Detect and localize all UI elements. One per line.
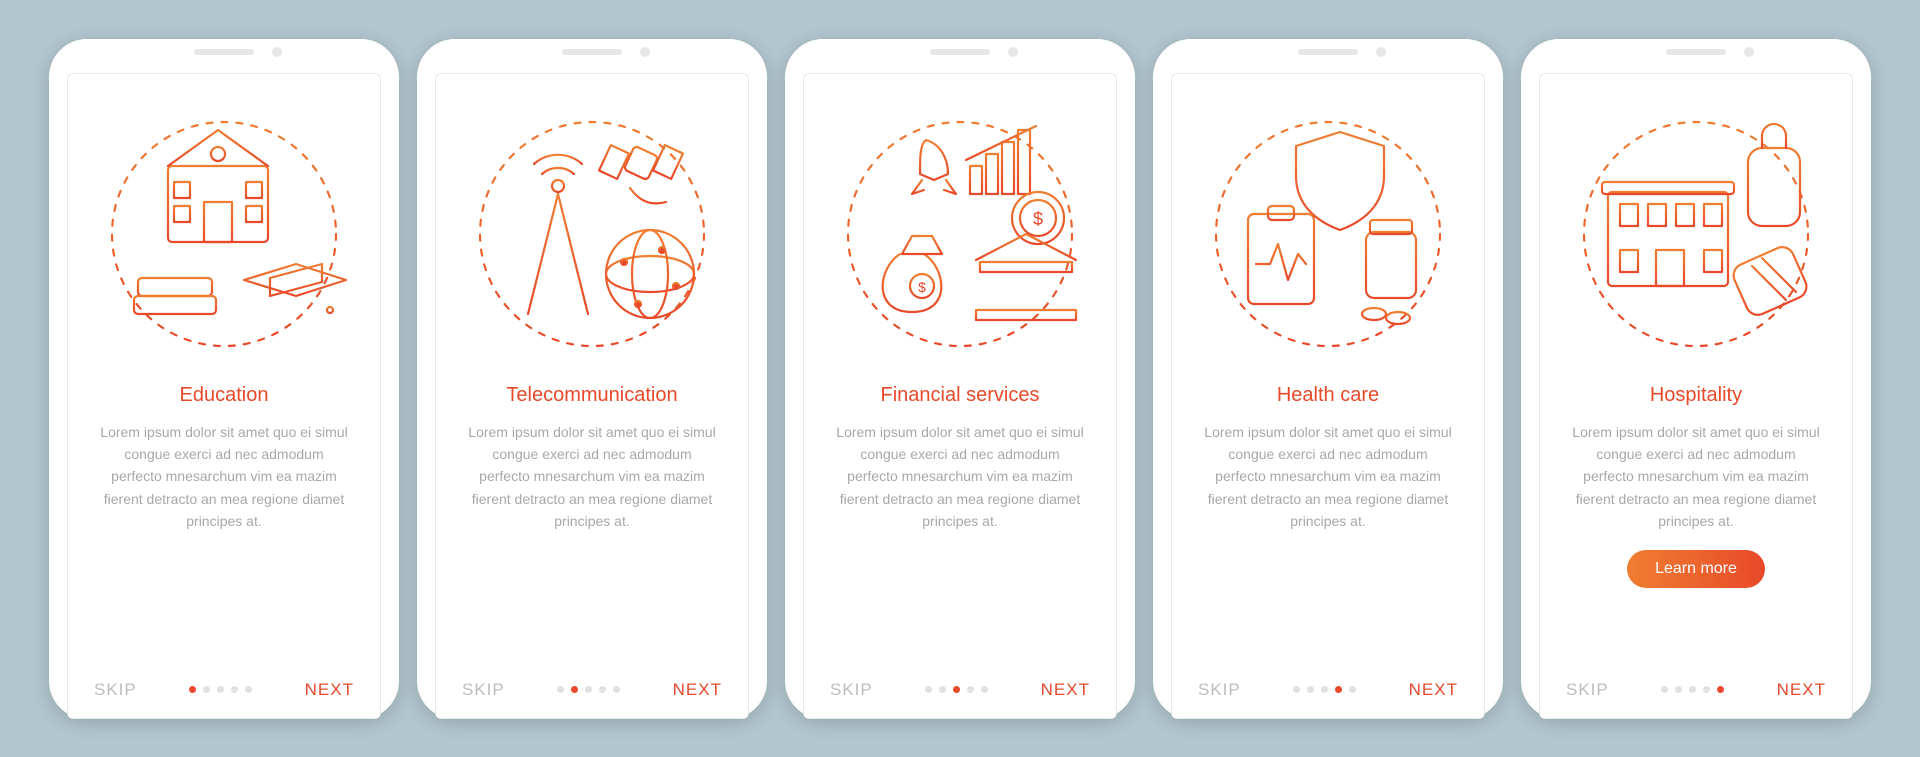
slide-description: Lorem ipsum dolor sit amet quo ei simul … — [1566, 421, 1826, 533]
nav-bar: SKIP NEXT — [462, 666, 722, 700]
slide-description: Lorem ipsum dolor sit amet quo ei simul … — [1198, 421, 1458, 533]
dot[interactable] — [1703, 686, 1710, 693]
dot[interactable] — [967, 686, 974, 693]
pagination-dots — [1661, 686, 1724, 693]
skip-button[interactable]: SKIP — [462, 680, 505, 700]
dot[interactable] — [231, 686, 238, 693]
dot[interactable] — [939, 686, 946, 693]
slide-title: Health care — [1198, 384, 1458, 407]
dot[interactable] — [1661, 686, 1668, 693]
dot[interactable] — [1321, 686, 1328, 693]
svg-text:$: $ — [918, 279, 926, 295]
phone-frame: $ $ Financia — [785, 39, 1135, 719]
dot[interactable] — [1717, 686, 1724, 693]
onboarding-screen: Hospitality Lorem ipsum dolor sit amet q… — [1539, 73, 1853, 719]
dot[interactable] — [245, 686, 252, 693]
slide-description: Lorem ipsum dolor sit amet quo ei simul … — [830, 421, 1090, 533]
skip-button[interactable]: SKIP — [1198, 680, 1241, 700]
dot[interactable] — [599, 686, 606, 693]
phone-frame: Health care Lorem ipsum dolor sit amet q… — [1153, 39, 1503, 719]
skip-button[interactable]: SKIP — [1566, 680, 1609, 700]
skip-button[interactable]: SKIP — [94, 680, 137, 700]
pagination-dots — [1293, 686, 1356, 693]
dot[interactable] — [1689, 686, 1696, 693]
onboarding-screen: Education Lorem ipsum dolor sit amet quo… — [67, 73, 381, 719]
slide-title: Telecommunication — [462, 384, 722, 407]
slide-title: Education — [94, 384, 354, 407]
next-button[interactable]: NEXT — [1041, 680, 1090, 700]
nav-bar: SKIP NEXT — [94, 666, 354, 700]
pagination-dots — [925, 686, 988, 693]
dot[interactable] — [1675, 686, 1682, 693]
hospitality-illustration — [1566, 94, 1826, 374]
next-button[interactable]: NEXT — [305, 680, 354, 700]
dot[interactable] — [557, 686, 564, 693]
dot[interactable] — [217, 686, 224, 693]
financial-services-illustration: $ $ — [830, 94, 1090, 374]
phone-frame: Telecommunication Lorem ipsum dolor sit … — [417, 39, 767, 719]
next-button[interactable]: NEXT — [1777, 680, 1826, 700]
next-button[interactable]: NEXT — [1409, 680, 1458, 700]
slide-title: Hospitality — [1566, 384, 1826, 407]
learn-more-button[interactable]: Learn more — [1627, 550, 1765, 588]
dot[interactable] — [1293, 686, 1300, 693]
dot[interactable] — [981, 686, 988, 693]
dot[interactable] — [189, 686, 196, 693]
phone-frame: Education Lorem ipsum dolor sit amet quo… — [49, 39, 399, 719]
slide-description: Lorem ipsum dolor sit amet quo ei simul … — [94, 421, 354, 533]
next-button[interactable]: NEXT — [673, 680, 722, 700]
education-illustration — [94, 94, 354, 374]
telecommunication-illustration — [462, 94, 722, 374]
svg-text:$: $ — [1033, 209, 1043, 229]
dot[interactable] — [1349, 686, 1356, 693]
dot[interactable] — [953, 686, 960, 693]
dot[interactable] — [925, 686, 932, 693]
onboarding-screen: Telecommunication Lorem ipsum dolor sit … — [435, 73, 749, 719]
dot[interactable] — [585, 686, 592, 693]
skip-button[interactable]: SKIP — [830, 680, 873, 700]
slide-title: Financial services — [830, 384, 1090, 407]
onboarding-screen: Health care Lorem ipsum dolor sit amet q… — [1171, 73, 1485, 719]
dot[interactable] — [571, 686, 578, 693]
dot[interactable] — [203, 686, 210, 693]
nav-bar: SKIP NEXT — [1566, 666, 1826, 700]
dot[interactable] — [1335, 686, 1342, 693]
slide-description: Lorem ipsum dolor sit amet quo ei simul … — [462, 421, 722, 533]
pagination-dots — [557, 686, 620, 693]
nav-bar: SKIP NEXT — [1198, 666, 1458, 700]
dot[interactable] — [1307, 686, 1314, 693]
dot[interactable] — [613, 686, 620, 693]
nav-bar: SKIP NEXT — [830, 666, 1090, 700]
onboarding-screen: $ $ Financia — [803, 73, 1117, 719]
pagination-dots — [189, 686, 252, 693]
health-care-illustration — [1198, 94, 1458, 374]
phone-frame: Hospitality Lorem ipsum dolor sit amet q… — [1521, 39, 1871, 719]
